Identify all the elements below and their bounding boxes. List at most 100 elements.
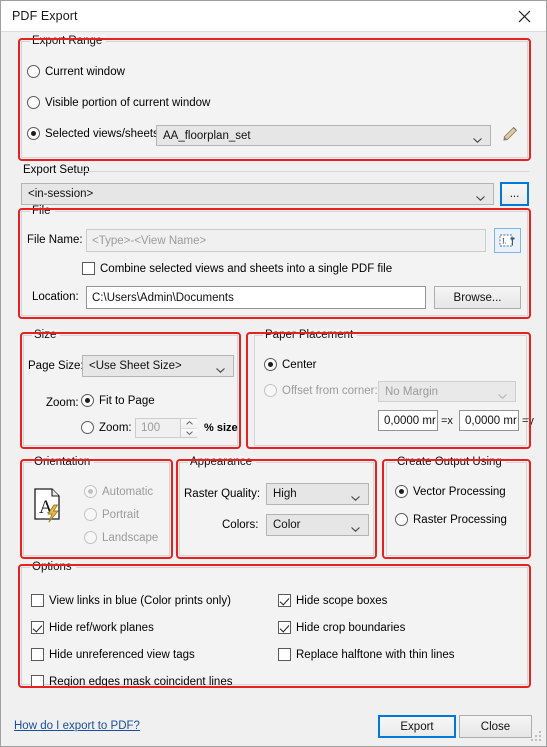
offset-x-suffix: =x	[441, 415, 453, 427]
radio-fit-to-page[interactable]: Fit to Page	[81, 394, 155, 407]
raster-quality-label: Raster Quality:	[184, 488, 261, 500]
checkbox-label: Hide crop boundaries	[296, 621, 406, 634]
chevron-down-icon	[351, 492, 360, 501]
combine-views-checkbox[interactable]: Combine selected views and sheets into a…	[82, 262, 392, 275]
chevron-down-icon	[473, 134, 482, 143]
radio-landscape[interactable]: Landscape	[84, 531, 158, 544]
create-output-group: Create Output Using Vector Processing Ra…	[386, 456, 527, 556]
radio-dot	[84, 485, 97, 498]
radio-portrait[interactable]: Portrait	[84, 508, 139, 521]
radio-current-window[interactable]: Current window	[27, 65, 125, 78]
checkbox-box	[82, 262, 95, 275]
checkbox-label: Region edges mask coincident lines	[49, 675, 233, 688]
help-link[interactable]: How do I export to PDF?	[14, 720, 140, 732]
views-sheets-combo-value: AA_floorplan_set	[163, 129, 251, 142]
checkbox-hide-unreferenced-view-tags[interactable]: Hide unreferenced view tags	[31, 648, 195, 661]
radio-dot	[27, 127, 40, 140]
zoom-stepper[interactable]	[180, 419, 197, 437]
radio-dot	[27, 96, 40, 109]
margin-combo[interactable]: No Margin	[378, 381, 516, 402]
export-range-group: Export Range Current window Visible port…	[21, 35, 528, 158]
create-output-legend: Create Output Using	[395, 456, 506, 468]
radio-raster-processing[interactable]: Raster Processing	[395, 513, 507, 526]
export-setup-combo[interactable]: <in-session>	[21, 183, 494, 205]
percent-size-label: % size	[204, 422, 238, 434]
radio-dot	[264, 384, 277, 397]
size-group: Size Page Size: <Use Sheet Size> Zoom: F…	[23, 329, 238, 446]
paper-placement-legend: Paper Placement	[263, 329, 358, 341]
chevron-down-icon	[498, 390, 507, 399]
radio-dot	[27, 65, 40, 78]
file-name-input[interactable]: <Type>-<View Name>	[86, 229, 486, 252]
export-button[interactable]: Export	[378, 715, 456, 738]
browse-label: Browse...	[453, 291, 502, 304]
radio-label: Portrait	[102, 508, 140, 521]
export-setup-more-label: ...	[509, 188, 520, 200]
file-name-placeholder: <Type>-<View Name>	[92, 234, 207, 247]
export-setup-combo-value: <in-session>	[28, 188, 94, 200]
checkbox-hide-ref-work-planes[interactable]: Hide ref/work planes	[31, 621, 154, 634]
radio-label: Vector Processing	[413, 485, 506, 498]
size-legend: Size	[32, 329, 61, 341]
checkbox-hide-crop-boundaries[interactable]: Hide crop boundaries	[278, 621, 405, 634]
radio-dot	[81, 421, 94, 434]
zoom-value: 100	[141, 422, 161, 434]
export-setup-more-button[interactable]: ...	[500, 182, 529, 206]
checkbox-replace-halftone[interactable]: Replace halftone with thin lines	[278, 648, 455, 661]
radio-vector-processing[interactable]: Vector Processing	[395, 485, 506, 498]
radio-selected-views-sheets[interactable]: Selected views/sheets	[27, 127, 159, 140]
views-sheets-combo[interactable]: AA_floorplan_set	[156, 125, 491, 146]
page-size-combo[interactable]: <Use Sheet Size>	[82, 355, 234, 377]
options-group: Options View links in blue (Color prints…	[21, 561, 528, 688]
checkbox-label: View links in blue (Color prints only)	[49, 594, 231, 607]
resize-grip[interactable]	[531, 731, 543, 743]
stepper-up-icon[interactable]	[181, 419, 197, 429]
radio-label: Zoom:	[99, 421, 132, 434]
options-legend: Options	[30, 561, 76, 573]
radio-automatic[interactable]: Automatic	[84, 485, 153, 498]
close-label: Close	[480, 720, 511, 733]
offset-y-suffix: =y	[522, 415, 534, 427]
radio-label: Selected views/sheets	[45, 127, 159, 140]
radio-label: Visible portion of current window	[45, 96, 211, 109]
chevron-down-icon	[476, 192, 485, 201]
file-legend: File	[30, 205, 55, 217]
page-size-label: Page Size:	[28, 360, 84, 372]
checkbox-box	[31, 621, 44, 634]
export-setup-label: Export Setup	[23, 164, 90, 176]
page-title: PDF Export	[12, 9, 78, 23]
radio-zoom-percent[interactable]: Zoom:	[81, 421, 132, 434]
location-input[interactable]: C:\Users\Admin\Documents	[86, 286, 426, 309]
checkbox-view-links-blue[interactable]: View links in blue (Color prints only)	[31, 594, 231, 607]
radio-center[interactable]: Center	[264, 358, 317, 371]
orientation-legend: Orientation	[32, 456, 95, 468]
colors-combo[interactable]: Color	[266, 514, 369, 536]
raster-quality-value: High	[273, 488, 297, 500]
orientation-group: Orientation A Automatic Portrait Landsca…	[23, 456, 170, 556]
checkbox-label: Hide unreferenced view tags	[49, 648, 195, 661]
appearance-group: Appearance Raster Quality: High Colors: …	[179, 456, 374, 556]
location-value: C:\Users\Admin\Documents	[92, 291, 234, 304]
svg-text:A: A	[39, 497, 53, 518]
offset-x-input[interactable]: 0,0000 mr	[378, 410, 438, 431]
offset-y-input[interactable]: 0,0000 mr	[459, 410, 519, 431]
radio-dot	[81, 394, 94, 407]
colors-value: Color	[273, 519, 301, 531]
checkbox-region-edges-mask[interactable]: Region edges mask coincident lines	[31, 675, 232, 688]
radio-label: Current window	[45, 65, 125, 78]
radio-visible-portion[interactable]: Visible portion of current window	[27, 96, 210, 109]
file-name-label: File Name:	[27, 234, 83, 246]
close-icon[interactable]	[502, 1, 546, 31]
close-button[interactable]: Close	[459, 715, 532, 738]
radio-label: Raster Processing	[413, 513, 507, 526]
raster-quality-combo[interactable]: High	[266, 483, 369, 505]
radio-label: Landscape	[102, 531, 159, 544]
combine-views-label: Combine selected views and sheets into a…	[100, 262, 393, 275]
radio-offset-from-corner[interactable]: Offset from corner:	[264, 384, 378, 397]
pencil-icon[interactable]	[500, 124, 522, 146]
page-orientation-icon: A	[32, 487, 66, 523]
name-rule-icon[interactable]: I.	[494, 228, 521, 253]
browse-button[interactable]: Browse...	[434, 286, 521, 309]
stepper-down-icon[interactable]	[181, 428, 197, 437]
checkbox-hide-scope-boxes[interactable]: Hide scope boxes	[278, 594, 387, 607]
